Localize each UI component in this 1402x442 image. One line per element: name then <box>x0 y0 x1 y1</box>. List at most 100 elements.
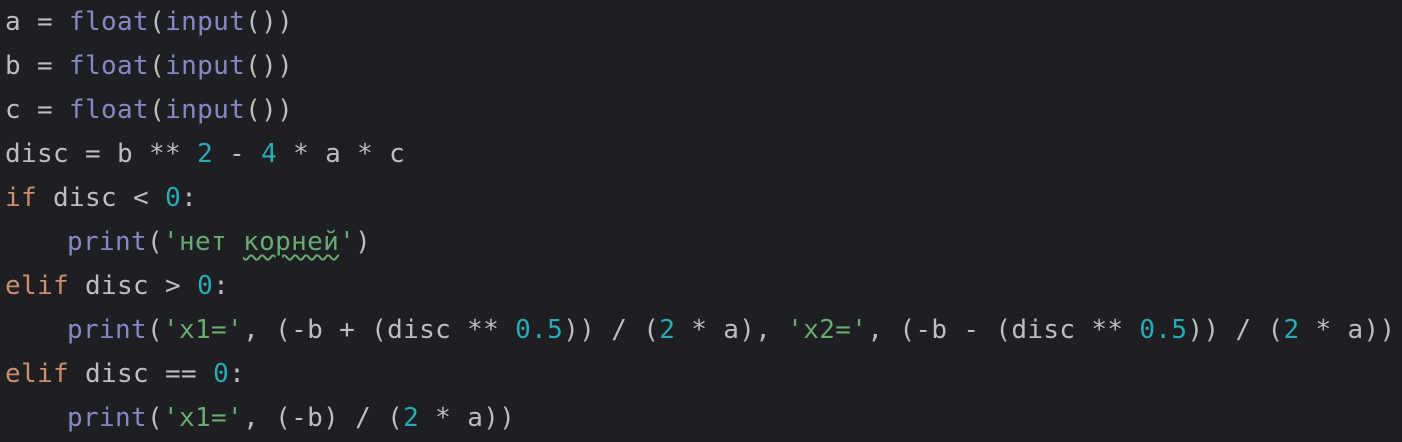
code-line[interactable]: a = float(input()) <box>5 0 293 44</box>
identifier-token: a <box>467 403 484 433</box>
punctuation-token: ()) <box>245 51 294 81</box>
keyword-token: elif <box>5 359 70 389</box>
punctuation-token: : <box>229 359 246 389</box>
operator-token: / <box>1219 315 1268 345</box>
identifier-token: a <box>5 7 22 37</box>
operator-token: * <box>1299 315 1348 345</box>
punctuation-token: , (- <box>243 315 308 345</box>
identifier-token: a <box>723 315 740 345</box>
code-line[interactable]: elif disc > 0: <box>5 264 229 308</box>
punctuation-token: ), <box>739 315 788 345</box>
operator-token: ** <box>451 315 516 345</box>
operator-token: * <box>675 315 724 345</box>
number-token: 0.5 <box>515 315 564 345</box>
code-line[interactable]: if disc < 0: <box>5 176 197 220</box>
identifier-token: b <box>307 315 324 345</box>
punctuation-token: ()) <box>245 7 294 37</box>
string-token: 'x1=' <box>163 403 244 433</box>
identifier-token: b <box>931 315 948 345</box>
string-token: 'x1=' <box>163 315 244 345</box>
punctuation-token: : <box>213 271 230 301</box>
builtin-token: input <box>165 7 246 37</box>
code-line[interactable]: disc = b ** 2 - 4 * a * c <box>5 132 405 176</box>
operator-token: * <box>341 139 390 169</box>
builtin-token: float <box>69 7 150 37</box>
builtin-token: print <box>67 403 148 433</box>
operator-token: - <box>947 315 996 345</box>
operator-token: = <box>69 139 118 169</box>
punctuation-token: ()) <box>245 95 294 125</box>
punctuation-token: ( <box>643 315 660 345</box>
punctuation-token: )) <box>1363 315 1396 345</box>
builtin-token: print <box>67 227 148 257</box>
punctuation-token: ( <box>995 315 1012 345</box>
builtin-token: input <box>165 95 246 125</box>
punctuation-token: ( <box>371 315 388 345</box>
number-token: 2 <box>197 139 214 169</box>
spellcheck-flagged-word: корней <box>243 227 340 257</box>
builtin-token: float <box>69 51 150 81</box>
operator-token: == <box>149 359 214 389</box>
code-line[interactable]: elif disc == 0: <box>5 352 245 396</box>
code-line[interactable]: c = float(input()) <box>5 88 293 132</box>
punctuation-token: ( <box>147 227 164 257</box>
builtin-token: float <box>69 95 150 125</box>
identifier-token: disc <box>387 315 452 345</box>
operator-token: / <box>339 403 388 433</box>
identifier-token: a <box>325 139 342 169</box>
number-token: 2 <box>403 403 420 433</box>
operator-token: = <box>21 51 70 81</box>
operator-token: * <box>277 139 326 169</box>
code-line[interactable]: print('x1=', (-b + (disc ** 0.5)) / (2 *… <box>5 308 1396 352</box>
operator-token: / <box>595 315 644 345</box>
identifier-token: c <box>389 139 406 169</box>
operator-token: < <box>117 183 166 213</box>
number-token: 0.5 <box>1139 315 1188 345</box>
operator-token: > <box>149 271 198 301</box>
punctuation-token: ) <box>355 227 372 257</box>
string-token: 'нет <box>163 227 244 257</box>
identifier-token: b <box>5 51 22 81</box>
operator-token: - <box>213 139 262 169</box>
builtin-token: print <box>67 315 148 345</box>
number-token: 2 <box>1283 315 1300 345</box>
operator-token: = <box>21 95 70 125</box>
punctuation-token: ( <box>147 315 164 345</box>
identifier-token: disc <box>37 183 118 213</box>
identifier-token: c <box>5 95 22 125</box>
builtin-token: input <box>165 51 246 81</box>
identifier-token: disc <box>69 359 150 389</box>
string-token: ' <box>339 227 356 257</box>
identifier-token: a <box>1347 315 1364 345</box>
identifier-token: disc <box>69 271 150 301</box>
operator-token: ** <box>1075 315 1140 345</box>
code-line[interactable]: print('x1=', (-b) / (2 * a)) <box>5 396 515 440</box>
punctuation-token: ( <box>147 403 164 433</box>
identifier-token: disc <box>5 139 70 169</box>
number-token: 0 <box>165 183 182 213</box>
punctuation-token: )) <box>1187 315 1220 345</box>
operator-token: + <box>323 315 372 345</box>
punctuation-token: : <box>181 183 198 213</box>
punctuation-token: ( <box>149 51 166 81</box>
keyword-token: elif <box>5 271 70 301</box>
string-token: 'x2=' <box>787 315 868 345</box>
punctuation-token: , (- <box>867 315 932 345</box>
operator-token: ** <box>133 139 198 169</box>
punctuation-token: ( <box>1267 315 1284 345</box>
number-token: 2 <box>659 315 676 345</box>
punctuation-token: ( <box>387 403 404 433</box>
number-token: 4 <box>261 139 278 169</box>
punctuation-token: )) <box>563 315 596 345</box>
code-line[interactable]: b = float(input()) <box>5 44 293 88</box>
number-token: 0 <box>213 359 230 389</box>
code-line[interactable]: print('нет корней') <box>5 220 371 264</box>
code-editor[interactable]: a = float(input()) b = float(input()) c = … <box>0 0 1402 442</box>
punctuation-token: , (- <box>243 403 308 433</box>
punctuation-token: ( <box>149 95 166 125</box>
identifier-token: b <box>307 403 324 433</box>
punctuation-token: )) <box>483 403 516 433</box>
punctuation-token: ) <box>323 403 340 433</box>
identifier-token: disc <box>1011 315 1076 345</box>
operator-token: * <box>419 403 468 433</box>
